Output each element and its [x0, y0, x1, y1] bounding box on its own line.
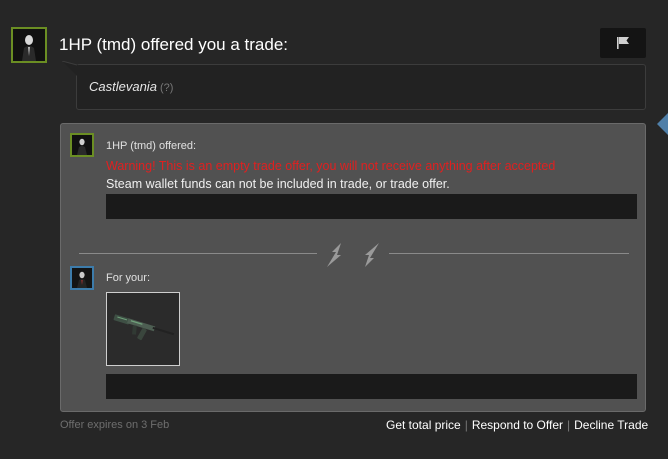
decline-trade-link[interactable]: Decline Trade [574, 418, 648, 432]
offer-actions: Get total price | Respond to Offer | Decline… [386, 418, 648, 432]
get-total-price-link[interactable]: Get total price [386, 418, 461, 432]
your-items-label: For your: [106, 272, 151, 284]
respond-to-offer-link[interactable]: Respond to Offer [472, 418, 563, 432]
action-separator: | [567, 418, 571, 432]
ak47-rifle-icon [107, 293, 179, 365]
your-items-area [106, 374, 637, 399]
trade-offer-title: 1HP (tmd) offered you a trade: [59, 35, 288, 54]
user-avatar-icon [72, 268, 92, 288]
flag-icon [617, 37, 629, 49]
slenderman-avatar-icon [13, 29, 45, 61]
message-help-link[interactable]: (?) [160, 82, 173, 94]
offer-message: Castlevania (?) [89, 79, 173, 94]
their-offer-label: 1HP (tmd) offered: [106, 140, 197, 152]
divider-right [389, 253, 629, 254]
report-flag-button[interactable] [600, 28, 646, 58]
wallet-funds-note: Steam wallet funds can not be included i… [106, 177, 450, 191]
slenderman-avatar-icon [72, 135, 92, 155]
empty-offer-warning: Warning! This is an empty trade offer, y… [106, 159, 556, 173]
partner-avatar[interactable] [11, 27, 47, 63]
offer-expiry: Offer expires on 3 Feb [60, 419, 170, 431]
trade-item-tile[interactable] [106, 292, 180, 366]
offer-message-text: Castlevania [89, 79, 157, 94]
partner-small-avatar [70, 133, 94, 157]
their-items-area [106, 194, 637, 219]
action-separator: | [464, 418, 468, 432]
trade-swap-arrows-icon [327, 243, 379, 267]
my-small-avatar [70, 266, 94, 290]
bubble-tail-icon [62, 61, 78, 77]
divider-left [79, 253, 317, 254]
scroll-indicator-arrow-icon [657, 113, 668, 135]
